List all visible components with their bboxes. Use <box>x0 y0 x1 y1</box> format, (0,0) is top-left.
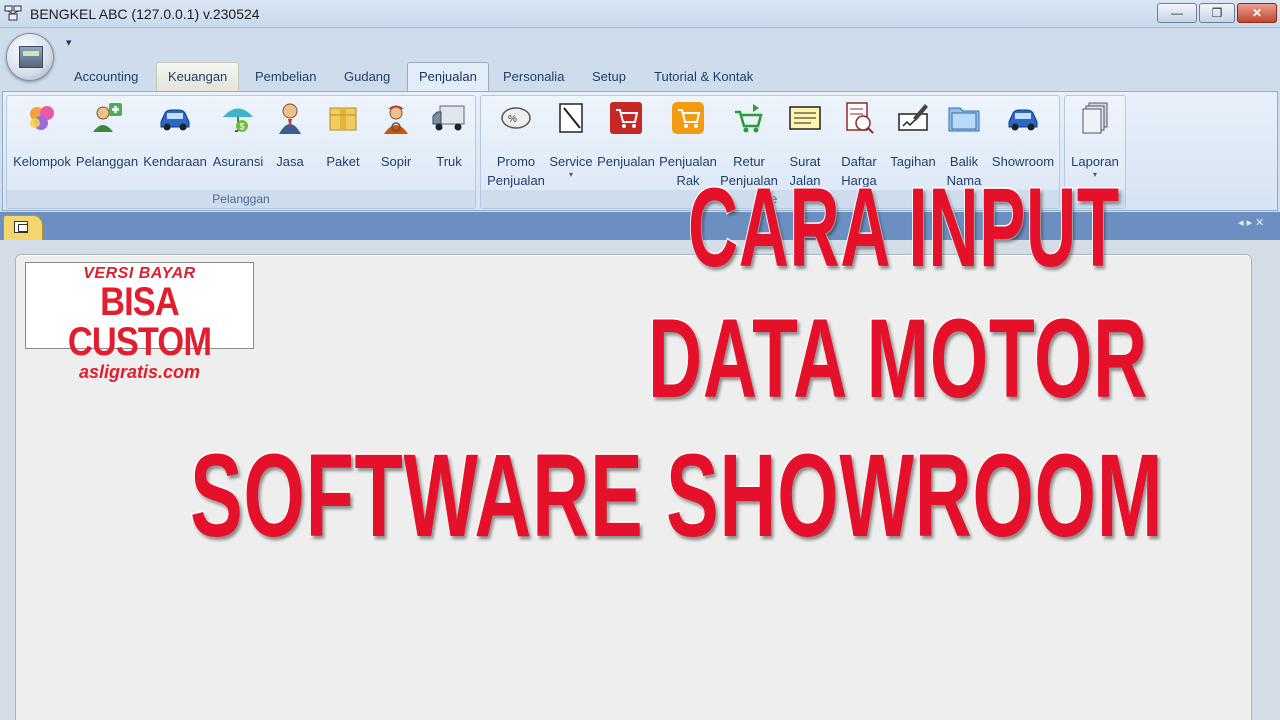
sopir-button[interactable]: Sopir <box>373 98 419 171</box>
car-showroom-icon <box>1008 109 1038 131</box>
document-nav-controls[interactable]: ◂ ▸ ✕ <box>1238 216 1264 229</box>
service-dropdown-icon: ▾ <box>568 170 573 179</box>
title-bar: BENGKEL ABC (127.0.0.1) v.230524 — ❐ ✕ <box>0 0 1280 28</box>
asuransi-label: Asuransi <box>212 154 264 169</box>
service-button[interactable]: Service ▾ <box>547 98 595 179</box>
pelanggan-button[interactable]: Pelanggan <box>75 98 139 171</box>
package-box-icon <box>329 107 357 131</box>
group-label-pelanggan: Pelanggan <box>7 190 475 208</box>
tab-gudang[interactable]: Gudang <box>333 62 401 92</box>
headline-line-1: CARA INPUT <box>687 165 1120 290</box>
penjualan-button[interactable]: Penjualan <box>597 98 655 171</box>
service-label: Service <box>549 154 593 169</box>
ribbon-group-pelanggan: Kelompok Pelanggan Kendaraan $ Asuransi … <box>6 95 476 209</box>
window-title: BENGKEL ABC (127.0.0.1) v.230524 <box>30 6 260 22</box>
promo-label-line2: Penjualan <box>487 173 545 188</box>
tab-penjualan[interactable]: Penjualan <box>407 62 489 92</box>
sign-bill-icon <box>898 104 928 131</box>
windows-cascade-icon <box>14 221 28 233</box>
tab-setup[interactable]: Setup <box>581 62 637 92</box>
headline-line-2: DATA MOTOR <box>647 296 1148 421</box>
app-network-icon <box>4 5 22 21</box>
asuransi-button[interactable]: $ Asuransi <box>210 98 266 171</box>
truk-button[interactable]: Truk <box>427 98 471 171</box>
discount-tag-icon: % <box>501 107 531 129</box>
umbrella-money-icon: $ <box>223 108 253 132</box>
logo-middle-text: BISA CUSTOM <box>67 280 212 364</box>
restore-button[interactable]: ❐ <box>1199 3 1235 23</box>
truk-label: Truk <box>436 154 462 169</box>
delivery-note-icon <box>789 106 821 130</box>
logo-bottom-text: asligratis.com <box>78 362 201 382</box>
penjualan-label: Penjualan <box>597 154 655 169</box>
tab-keuangan[interactable]: Keuangan <box>156 62 240 92</box>
add-customer-icon <box>93 103 122 132</box>
promo-penjualan-button[interactable]: % Promo Penjualan <box>484 98 548 190</box>
color-circles-icon <box>30 106 54 130</box>
paket-button[interactable]: Paket <box>321 98 365 171</box>
folder-icon <box>948 107 980 132</box>
watermark-logo: VERSI BAYAR BISA CUSTOM asligratis.com <box>25 262 254 382</box>
document-tab[interactable] <box>3 215 43 240</box>
tab-tutorial-kontak[interactable]: Tutorial & Kontak <box>643 62 764 92</box>
cart-return-icon <box>735 104 763 133</box>
truck-icon <box>432 105 465 131</box>
ribbon-tab-bar: Accounting Keuangan Pembelian Gudang Pen… <box>0 58 1280 92</box>
reports-stack-icon <box>1082 102 1108 134</box>
driver-icon <box>384 105 408 134</box>
tab-personalia[interactable]: Personalia <box>492 62 575 92</box>
tab-accounting[interactable]: Accounting <box>63 62 149 92</box>
shopping-cart-red-icon <box>610 102 642 134</box>
kelompok-button[interactable]: Kelompok <box>11 98 73 171</box>
kendaraan-label: Kendaraan <box>143 154 207 169</box>
kendaraan-button[interactable]: Kendaraan <box>141 98 209 171</box>
showroom-button[interactable]: Showroom <box>989 98 1057 171</box>
paket-label: Paket <box>326 154 360 169</box>
tagihan-button[interactable]: Tagihan <box>885 98 941 171</box>
svg-text:%: % <box>508 114 517 125</box>
jasa-button[interactable]: Jasa <box>269 98 311 171</box>
quick-access-toolbar-dropdown[interactable]: ▾ <box>66 36 72 49</box>
headline-line-3: SOFTWARE SHOWROOM <box>189 430 1164 562</box>
shopping-cart-orange-icon <box>672 102 704 134</box>
car-icon <box>160 109 190 131</box>
person-icon <box>279 103 301 134</box>
service-document-icon <box>559 103 583 133</box>
close-button[interactable]: ✕ <box>1237 3 1277 23</box>
svg-text:$: $ <box>240 122 245 132</box>
kelompok-label: Kelompok <box>13 154 71 169</box>
price-list-icon <box>846 102 874 134</box>
sopir-label: Sopir <box>380 154 412 169</box>
minimize-button[interactable]: — <box>1157 3 1197 23</box>
pelanggan-label: Pelanggan <box>75 154 139 169</box>
promo-penjualan-label: Promo Penjualan <box>484 152 548 190</box>
promo-label-line1: Promo <box>496 154 536 169</box>
tab-pembelian[interactable]: Pembelian <box>244 62 327 92</box>
jasa-label: Jasa <box>276 154 304 169</box>
